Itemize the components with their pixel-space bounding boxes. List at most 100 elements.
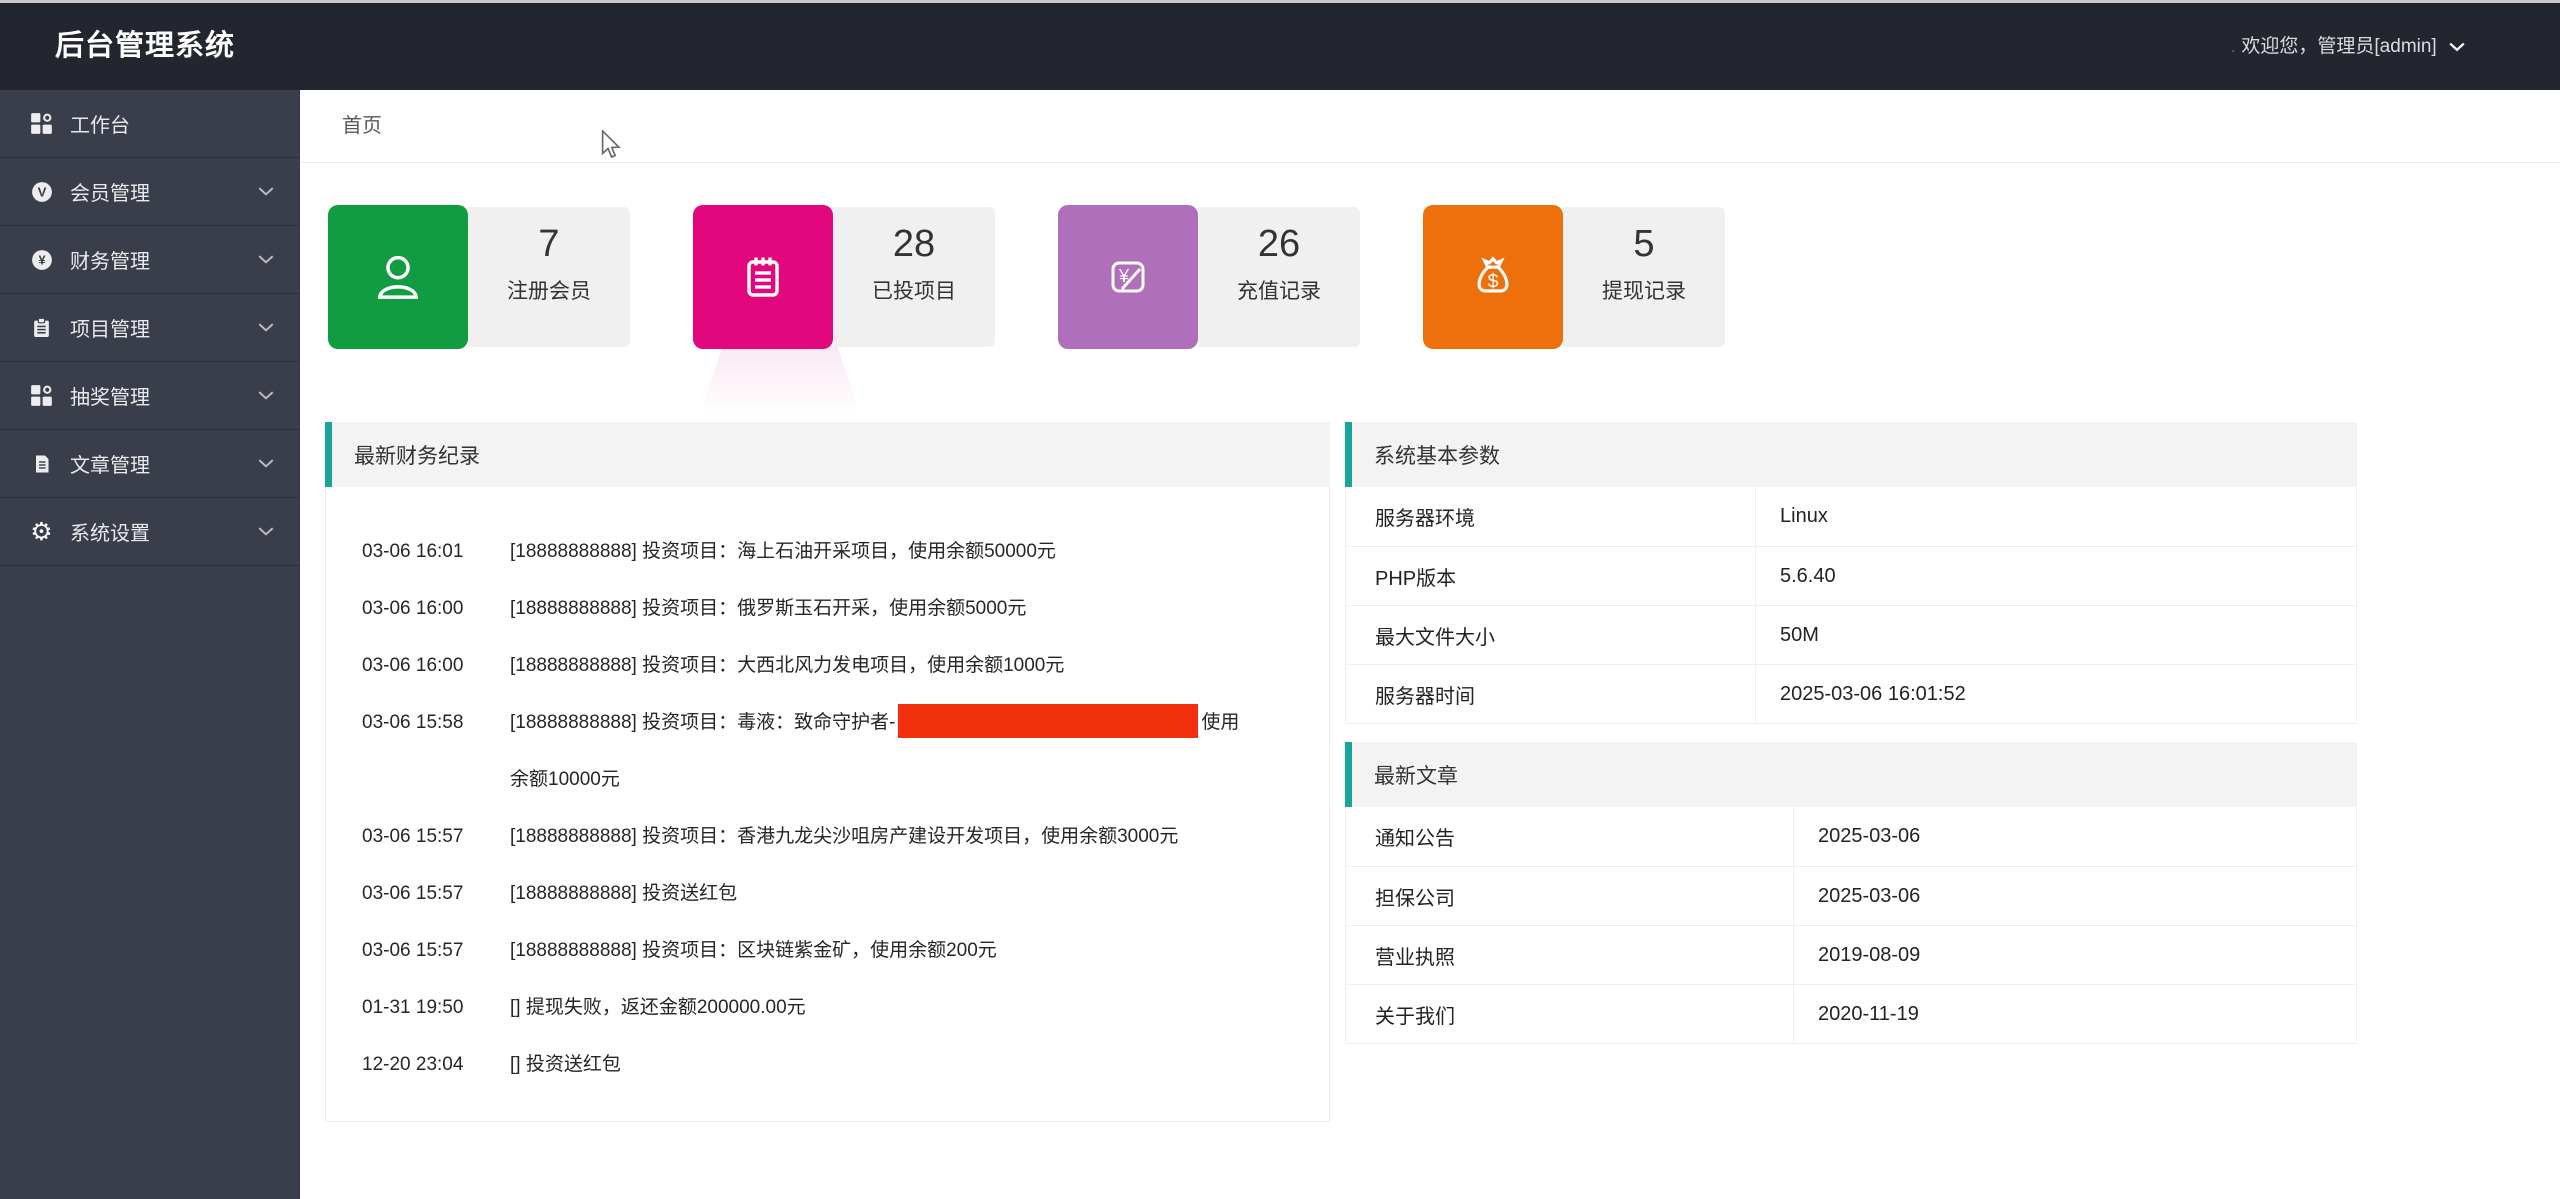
table-row: 最大文件大小 50M <box>1346 605 2356 664</box>
chevron-down-icon <box>258 391 274 400</box>
table-row-value: Linux <box>1756 487 1828 546</box>
finance-record: 03-06 16:00 [18888888888] 投资项目：俄罗斯玉石开采，使… <box>326 580 1329 637</box>
card-glow-artifact <box>700 347 860 413</box>
record-time: 01-31 19:50 <box>362 979 510 1036</box>
stat-label: 充值记录 <box>1198 275 1360 305</box>
grid-icon <box>28 110 55 137</box>
stat-value: 28 <box>833 222 995 266</box>
table-row-label: 服务器时间 <box>1346 665 1756 723</box>
finance-panel-title: 最新财务纪录 <box>354 440 480 470</box>
record-time: 03-06 16:00 <box>362 637 510 694</box>
sidebar-item[interactable]: 项目管理 <box>0 294 300 362</box>
sidebar-item[interactable]: V 会员管理 <box>0 158 300 226</box>
tab-home[interactable]: 首页 <box>342 90 382 163</box>
table-row-value: 50M <box>1756 606 1819 664</box>
topbar: 后台管理系统 . 欢迎您，管理员[admin] <box>0 3 2560 90</box>
record-time: 03-06 15:57 <box>362 922 510 979</box>
stat-card: 28 已投项目 <box>693 207 995 347</box>
gear-icon: ⚙ <box>28 518 55 545</box>
stat-card: 7 注册会员 <box>328 207 630 347</box>
user-icon <box>328 205 468 349</box>
table-row: 服务器时间 2025-03-06 16:01:52 <box>1346 664 2356 723</box>
system-panel: 系统基本参数 服务器环境 Linux PHP版本 5.6.40 最大文件大小 5… <box>1345 422 2357 724</box>
chevron-down-icon <box>258 527 274 536</box>
stat-label: 注册会员 <box>468 275 630 305</box>
articles-panel-title: 最新文章 <box>1374 760 1458 790</box>
stat-card: ¥ 26 充值记录 <box>1058 207 1360 347</box>
finance-record: 03-06 16:00 [18888888888] 投资项目：大西北风力发电项目… <box>326 637 1329 694</box>
table-row-value: 5.6.40 <box>1756 547 1836 605</box>
redaction-block <box>898 704 1198 738</box>
table-row-label: 担保公司 <box>1346 867 1794 925</box>
table-row-value: 2020-11-19 <box>1794 985 1919 1043</box>
table-row-label: PHP版本 <box>1346 547 1756 605</box>
finance-panel: 最新财务纪录 03-06 16:01 [18888888888] 投资项目：海上… <box>325 422 1330 1122</box>
table-row-label: 营业执照 <box>1346 926 1794 984</box>
sidebar-item[interactable]: ⚙ 系统设置 <box>0 498 300 566</box>
record-time: 03-06 15:57 <box>362 865 510 922</box>
stat-value: 7 <box>468 222 630 266</box>
finance-record: 03-06 15:57 [18888888888] 投资项目：香港九龙尖沙咀房产… <box>326 808 1329 865</box>
finance-record: 03-06 16:01 [18888888888] 投资项目：海上石油开采项目，… <box>326 523 1329 580</box>
record-time: 12-20 23:04 <box>362 1036 510 1093</box>
svg-text:¥: ¥ <box>38 253 45 267</box>
table-row: PHP版本 5.6.40 <box>1346 546 2356 605</box>
finance-record: 12-20 23:04 [] 投资送红包 <box>326 1036 1329 1093</box>
svg-text:$: $ <box>1487 270 1498 292</box>
sidebar-item[interactable]: 工作台 <box>0 90 300 158</box>
stat-value: 26 <box>1198 222 1360 266</box>
record-text: [] 投资送红包 <box>510 1036 1329 1093</box>
sidebar-item[interactable]: ¥ 财务管理 <box>0 226 300 294</box>
stat-card: $ 5 提现记录 <box>1423 207 1725 347</box>
table-row-label: 关于我们 <box>1346 985 1794 1043</box>
record-text: [18888888888] 投资项目：区块链紫金矿，使用余额200元 <box>510 922 1329 979</box>
record-text: [18888888888] 投资送红包 <box>510 865 1329 922</box>
chevron-down-icon <box>258 187 274 196</box>
record-text: [] 提现失败，返还金额200000.00元 <box>510 979 1329 1036</box>
sidebar-item[interactable]: 抽奖管理 <box>0 362 300 430</box>
table-row-value: 2019-08-09 <box>1794 926 1920 984</box>
table-row-value: 2025-03-06 <box>1794 807 1920 866</box>
member-circle-icon: V <box>28 178 55 205</box>
finance-record: 01-31 19:50 [] 提现失败，返还金额200000.00元 <box>326 979 1329 1036</box>
record-time: 03-06 15:58 <box>362 694 510 751</box>
finance-record: 03-06 15:57 [18888888888] 投资项目：区块链紫金矿，使用… <box>326 922 1329 979</box>
app-title: 后台管理系统 <box>55 3 235 90</box>
table-row-label: 服务器环境 <box>1346 487 1756 546</box>
chevron-down-icon <box>258 323 274 332</box>
main-content: 7 注册会员 28 已投项目 ¥ 26 充值记录 $ 5 提现记录 最新财务纪录… <box>300 163 2560 1199</box>
stat-value: 5 <box>1563 222 1725 266</box>
stat-label: 提现记录 <box>1563 275 1725 305</box>
record-time: 03-06 16:00 <box>362 580 510 637</box>
articles-table: 通知公告 2025-03-06 担保公司 2025-03-06 营业执照 201… <box>1345 807 2357 1044</box>
articles-panel: 最新文章 通知公告 2025-03-06 担保公司 2025-03-06 营业执… <box>1345 742 2357 1044</box>
record-time: 03-06 15:57 <box>362 808 510 865</box>
table-row: 通知公告 2025-03-06 <box>1346 807 2356 866</box>
table-row-value: 2025-03-06 <box>1794 867 1920 925</box>
record-time: 03-06 16:01 <box>362 523 510 580</box>
table-row: 关于我们 2020-11-19 <box>1346 984 2356 1043</box>
finance-records-list: 03-06 16:01 [18888888888] 投资项目：海上石油开采项目，… <box>325 487 1330 1122</box>
record-text: [18888888888] 投资项目：香港九龙尖沙咀房产建设开发项目，使用余额3… <box>510 808 1329 865</box>
finance-record: 03-06 15:58 [18888888888] 投资项目：毒液：致命守护者-… <box>326 694 1329 808</box>
record-text: [18888888888] 投资项目：毒液：致命守护者-使用余额10000元 <box>510 694 1329 808</box>
welcome-dot: . <box>2231 39 2235 56</box>
clipboard-icon <box>28 314 55 341</box>
finance-record: 03-06 15:57 [18888888888] 投资送红包 <box>326 865 1329 922</box>
table-row-value: 2025-03-06 16:01:52 <box>1756 665 1966 723</box>
table-row-label: 通知公告 <box>1346 807 1794 866</box>
table-row: 担保公司 2025-03-06 <box>1346 866 2356 925</box>
tabbar: 首页 <box>300 90 2560 163</box>
articles-panel-header: 最新文章 <box>1345 742 2357 807</box>
moneybag-icon: $ <box>1423 205 1563 349</box>
sidebar: 工作台 V 会员管理 ¥ 财务管理 项目管理 抽奖管理 文章管理 ⚙ 系统设置 <box>0 90 300 1199</box>
user-menu[interactable]: . 欢迎您，管理员[admin] <box>2231 3 2465 90</box>
table-row: 营业执照 2019-08-09 <box>1346 925 2356 984</box>
welcome-text: 欢迎您，管理员[admin] <box>2241 36 2436 57</box>
table-row-label: 最大文件大小 <box>1346 606 1756 664</box>
notepad-icon <box>693 205 833 349</box>
record-text: [18888888888] 投资项目：大西北风力发电项目，使用余额1000元 <box>510 637 1329 694</box>
chevron-down-icon <box>258 255 274 264</box>
sidebar-item[interactable]: 文章管理 <box>0 430 300 498</box>
document-icon <box>28 450 55 477</box>
